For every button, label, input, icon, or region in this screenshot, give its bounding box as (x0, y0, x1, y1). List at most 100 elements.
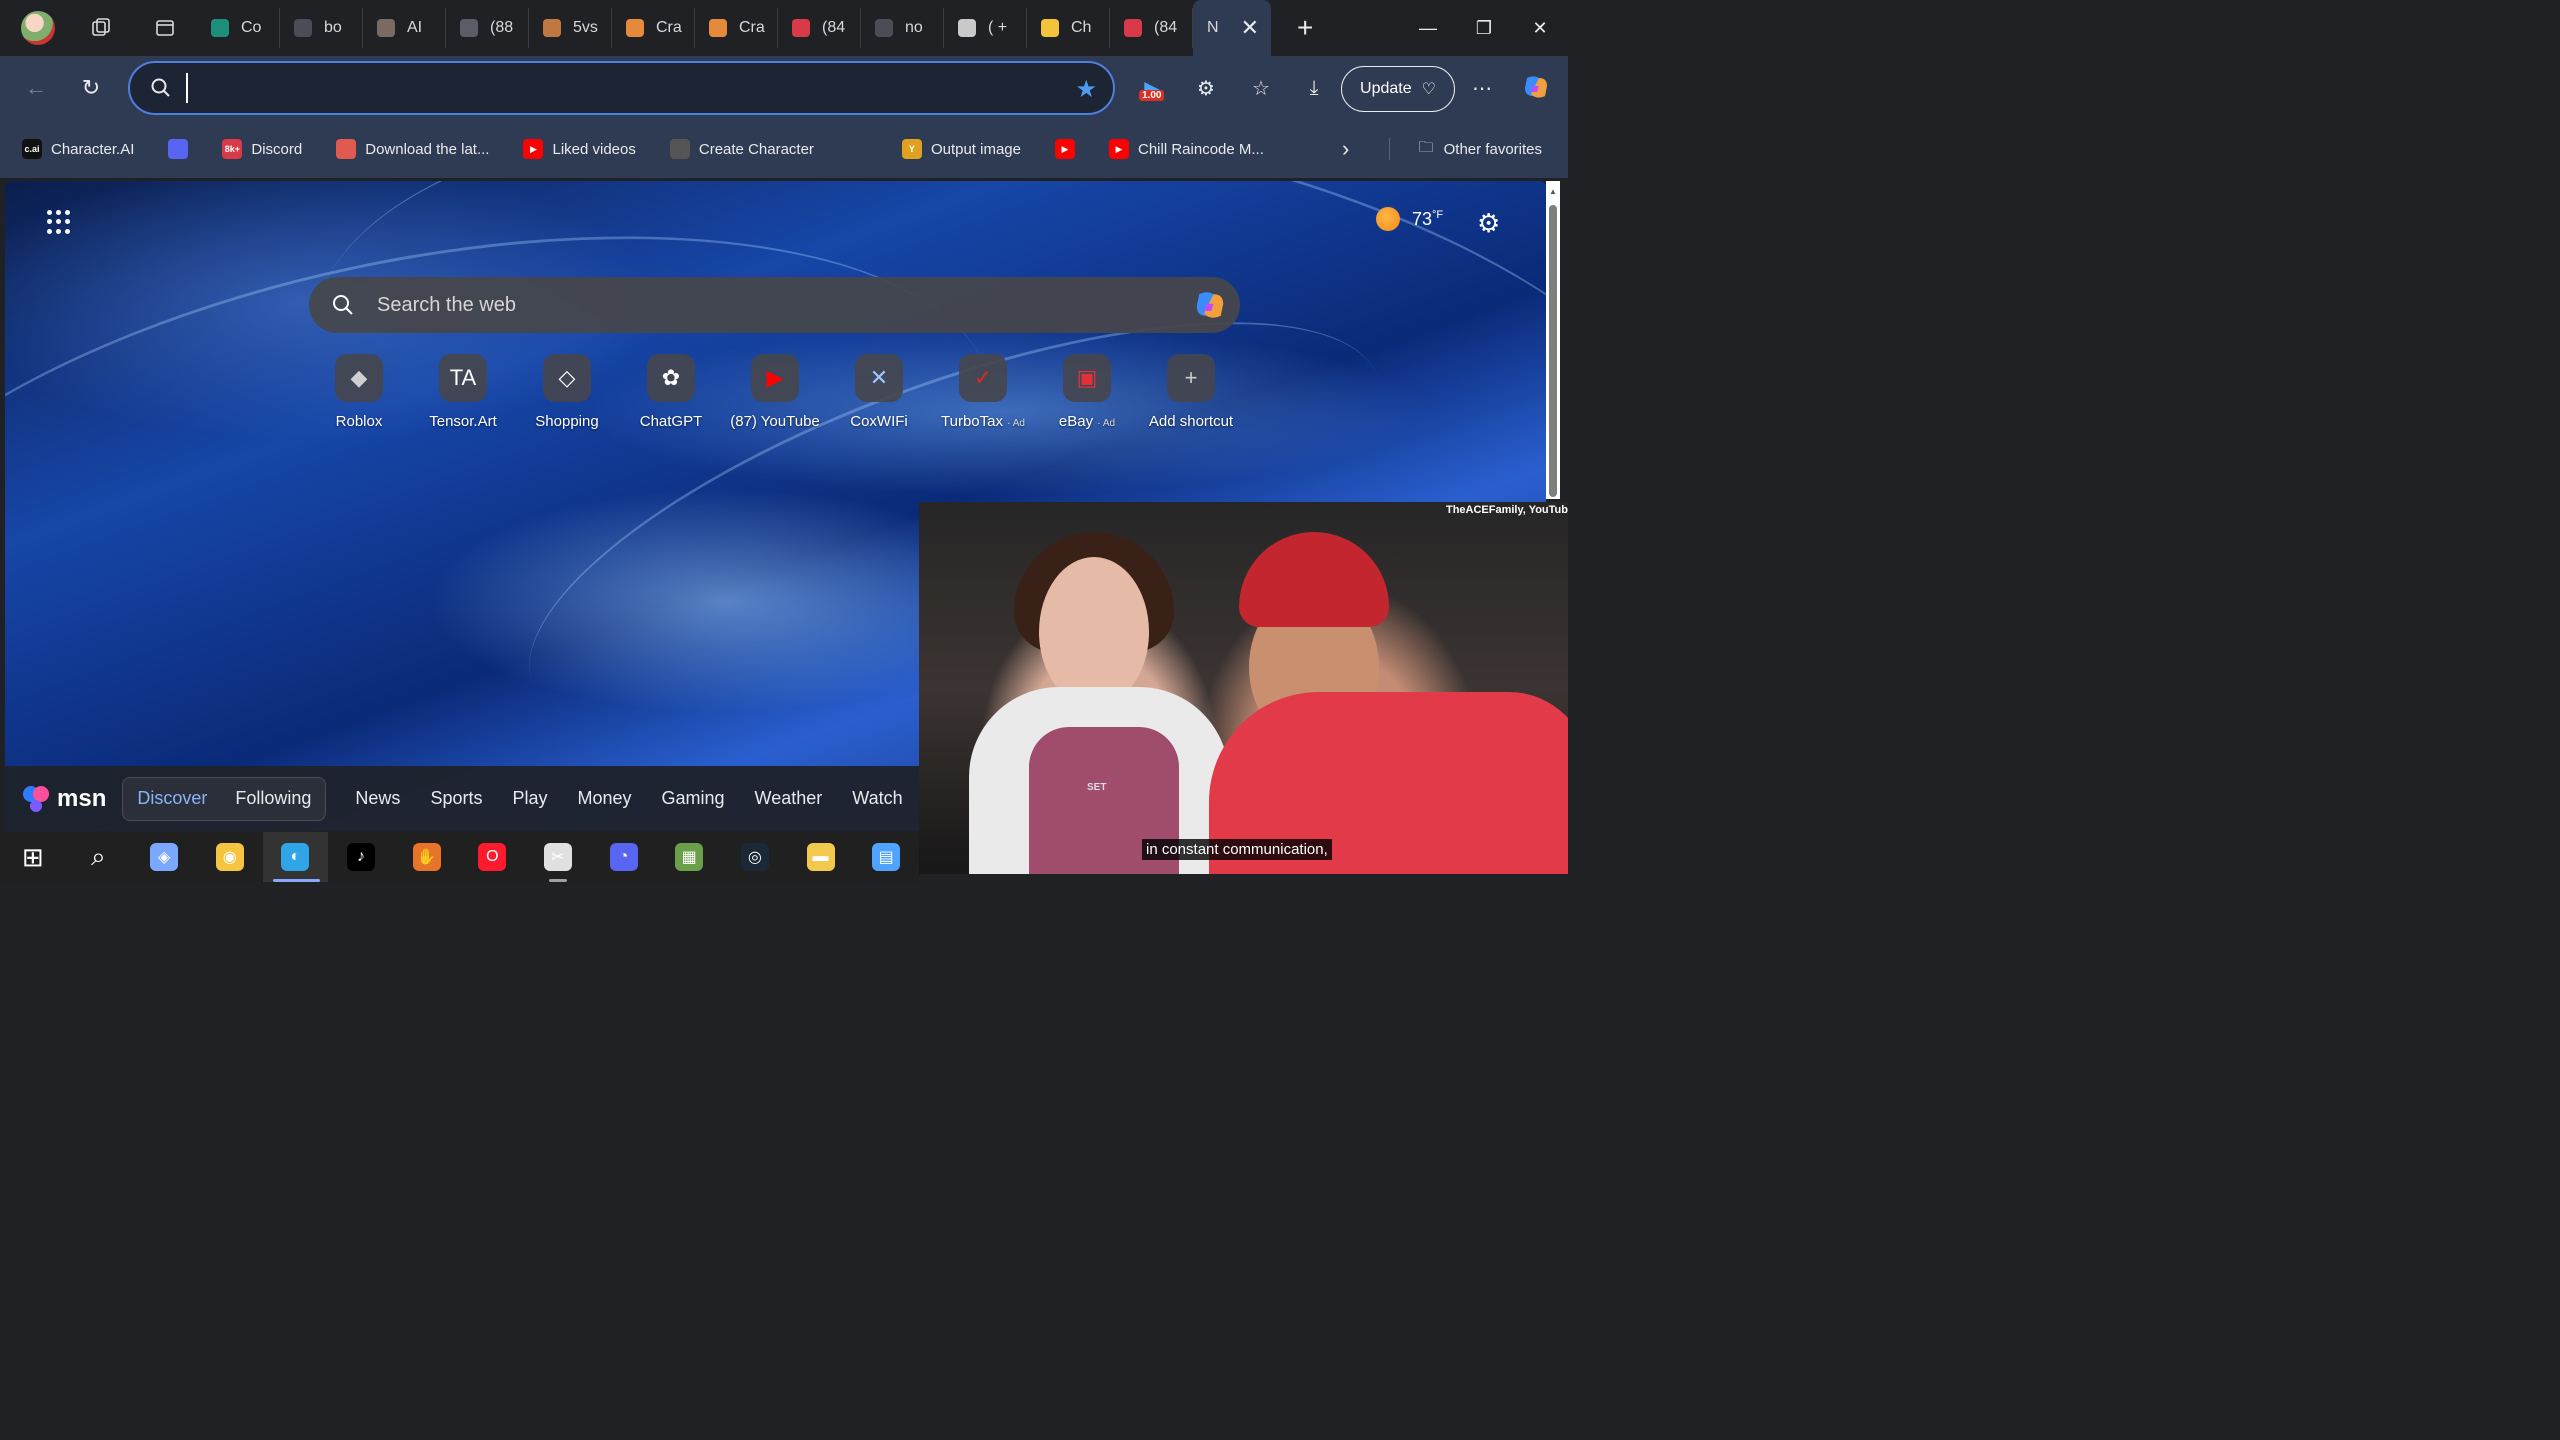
favorite-item[interactable]: ▶ Chill Raincode M... (1109, 139, 1264, 159)
page-settings-gear-icon[interactable]: ⚙ (1477, 208, 1500, 239)
explorer-app-icon: ▬ (806, 843, 835, 871)
tab[interactable]: no (861, 8, 944, 48)
tab[interactable]: (88 (446, 8, 529, 48)
msn-nav-item[interactable]: Play (497, 788, 562, 809)
chevron-right-icon[interactable]: › (1342, 136, 1349, 162)
favorite-label: Create Character (698, 140, 814, 158)
shortcut-label-row: CoxWIFi (850, 413, 908, 430)
vertical-tabs-icon[interactable] (149, 12, 181, 44)
msn-nav-item[interactable]: Sports (415, 788, 497, 809)
profile-avatar[interactable] (21, 11, 55, 45)
address-input[interactable] (186, 73, 1046, 103)
shortcut-tile[interactable]: TA Tensor.Art (411, 354, 515, 430)
msn-nav-item[interactable]: Weather (740, 788, 838, 809)
favorite-item[interactable]: ▶ Liked videos (523, 139, 636, 159)
tab[interactable]: (84 (778, 8, 861, 48)
folder-icon: 🗀 (1418, 138, 1434, 156)
address-bar[interactable]: ★ (128, 61, 1115, 115)
snip-app[interactable]: ✂ (525, 832, 591, 882)
tab[interactable]: AI (363, 8, 446, 48)
favorite-item[interactable]: Download the lat... (336, 139, 489, 159)
favorite-item[interactable] (847, 139, 868, 159)
restore-icon[interactable]: ❐ (1456, 0, 1512, 56)
workspaces-icon[interactable] (85, 12, 117, 44)
favorite-item[interactable]: c.ai Character.AI (22, 139, 134, 159)
msn-nav-item[interactable]: Gaming (647, 788, 740, 809)
tab-label: AI (407, 19, 423, 36)
favorite-star-icon[interactable]: ★ (1075, 75, 1097, 104)
msn-nav-item[interactable]: News (340, 788, 415, 809)
refresh-icon[interactable]: ↻ (75, 72, 107, 104)
tab[interactable]: bo (280, 8, 363, 48)
shortcut-tile[interactable]: ◇ Shopping (515, 354, 619, 430)
favorites-icon[interactable]: ☆ (1245, 72, 1277, 104)
scroll-up-arrow-icon[interactable]: ▲ (1549, 187, 1557, 196)
other-favorites[interactable]: 🗀 Other favorites (1419, 120, 1542, 178)
msn-logo[interactable]: msn (21, 784, 106, 814)
back-arrow-icon[interactable]: ← (20, 72, 52, 104)
picture-in-picture-video[interactable]: SET TheACEFamily, YouTub in constant com… (919, 502, 1568, 874)
msn-tab-discover[interactable]: Discover (123, 788, 221, 809)
apps-grid-icon[interactable] (47, 210, 71, 234)
shortcut-tile[interactable]: ✓ TurboTax · Ad (931, 354, 1035, 430)
tab[interactable]: (84 (1110, 8, 1193, 48)
downloads-icon[interactable]: ⤓ (1298, 72, 1330, 104)
start-button[interactable]: ⊞ (0, 832, 66, 882)
minimize-icon[interactable]: — (1400, 0, 1456, 56)
tab-active[interactable]: N ✕ (1193, 0, 1271, 56)
edge-app[interactable]: ◐ (262, 832, 329, 882)
tiktok-app[interactable]: ♪ (328, 832, 394, 882)
search-button[interactable]: ⌕ (66, 832, 132, 882)
shortcut-tile[interactable]: ✿ ChatGPT (619, 354, 723, 430)
chrome-app[interactable]: ◉ (197, 832, 263, 882)
store-app[interactable]: ▤ (853, 832, 919, 882)
shortcut-tile[interactable]: ▣ eBay · Ad (1035, 354, 1139, 430)
close-window-icon[interactable]: ✕ (1512, 0, 1568, 56)
weather-widget[interactable]: 73°F (1376, 207, 1443, 231)
tab-label: (84 (822, 19, 846, 36)
msn-nav-item[interactable]: Watch (837, 788, 917, 809)
shortcut-icon: ◆ (335, 354, 383, 402)
paint-app-icon: ✋ (412, 843, 441, 871)
page-scrollbar[interactable]: ▲ (1546, 181, 1560, 499)
scrollbar-thumb[interactable] (1549, 205, 1557, 497)
extensions-icon[interactable]: ⚙ (1190, 72, 1222, 104)
more-options-icon[interactable]: ⋯ (1466, 72, 1498, 104)
shortcut-tile[interactable]: + Add shortcut (1139, 354, 1243, 430)
explorer-app[interactable]: ▬ (788, 832, 854, 882)
shortcut-tile[interactable]: ✕ CoxWIFi (827, 354, 931, 430)
tab[interactable]: ( + (944, 8, 1027, 48)
favorite-item[interactable]: ▶ (1055, 139, 1075, 159)
video-credit: TheACEFamily, YouTub (1445, 504, 1568, 516)
shortcut-label-row: (87) YouTube (730, 413, 820, 430)
favorite-item[interactable]: Y Output image (901, 139, 1021, 159)
steam-app[interactable]: ◎ (722, 832, 788, 882)
tab-label: bo (324, 19, 342, 36)
tab[interactable]: Ch (1027, 8, 1110, 48)
search-icon (151, 78, 170, 97)
close-tab-icon[interactable]: ✕ (1241, 15, 1259, 41)
shortcut-tile[interactable]: ◆ Roblox (307, 354, 411, 430)
copilot-icon[interactable] (1521, 72, 1551, 102)
tab[interactable]: Cra (695, 8, 778, 48)
msn-tab-following[interactable]: Following (221, 788, 325, 809)
update-button[interactable]: Update ♡ (1341, 66, 1455, 112)
new-tab-button[interactable]: + (1297, 12, 1313, 44)
web-search-input[interactable] (377, 291, 1157, 319)
discord-app[interactable]: ◔ (591, 832, 657, 882)
tab[interactable]: 5vs (529, 8, 612, 48)
copilot-app[interactable]: ◈ (131, 832, 197, 882)
opera-app[interactable]: O (459, 832, 525, 882)
tab[interactable]: Co (197, 8, 280, 48)
shortcut-icon: ◇ (543, 354, 591, 402)
msn-nav-item[interactable]: Money (562, 788, 646, 809)
favorite-item[interactable]: Create Character (669, 139, 814, 159)
shortcut-tile[interactable]: ▶ (87) YouTube (723, 354, 827, 430)
copilot-icon[interactable] (1192, 287, 1228, 323)
favorite-item[interactable]: 8k+ Discord (222, 139, 302, 159)
paint-app[interactable]: ✋ (394, 832, 460, 882)
tab[interactable]: Cra (612, 8, 695, 48)
minecraft-app[interactable]: ▦ (656, 832, 722, 882)
favorite-item[interactable] (168, 139, 189, 159)
web-search-box[interactable] (309, 277, 1240, 333)
